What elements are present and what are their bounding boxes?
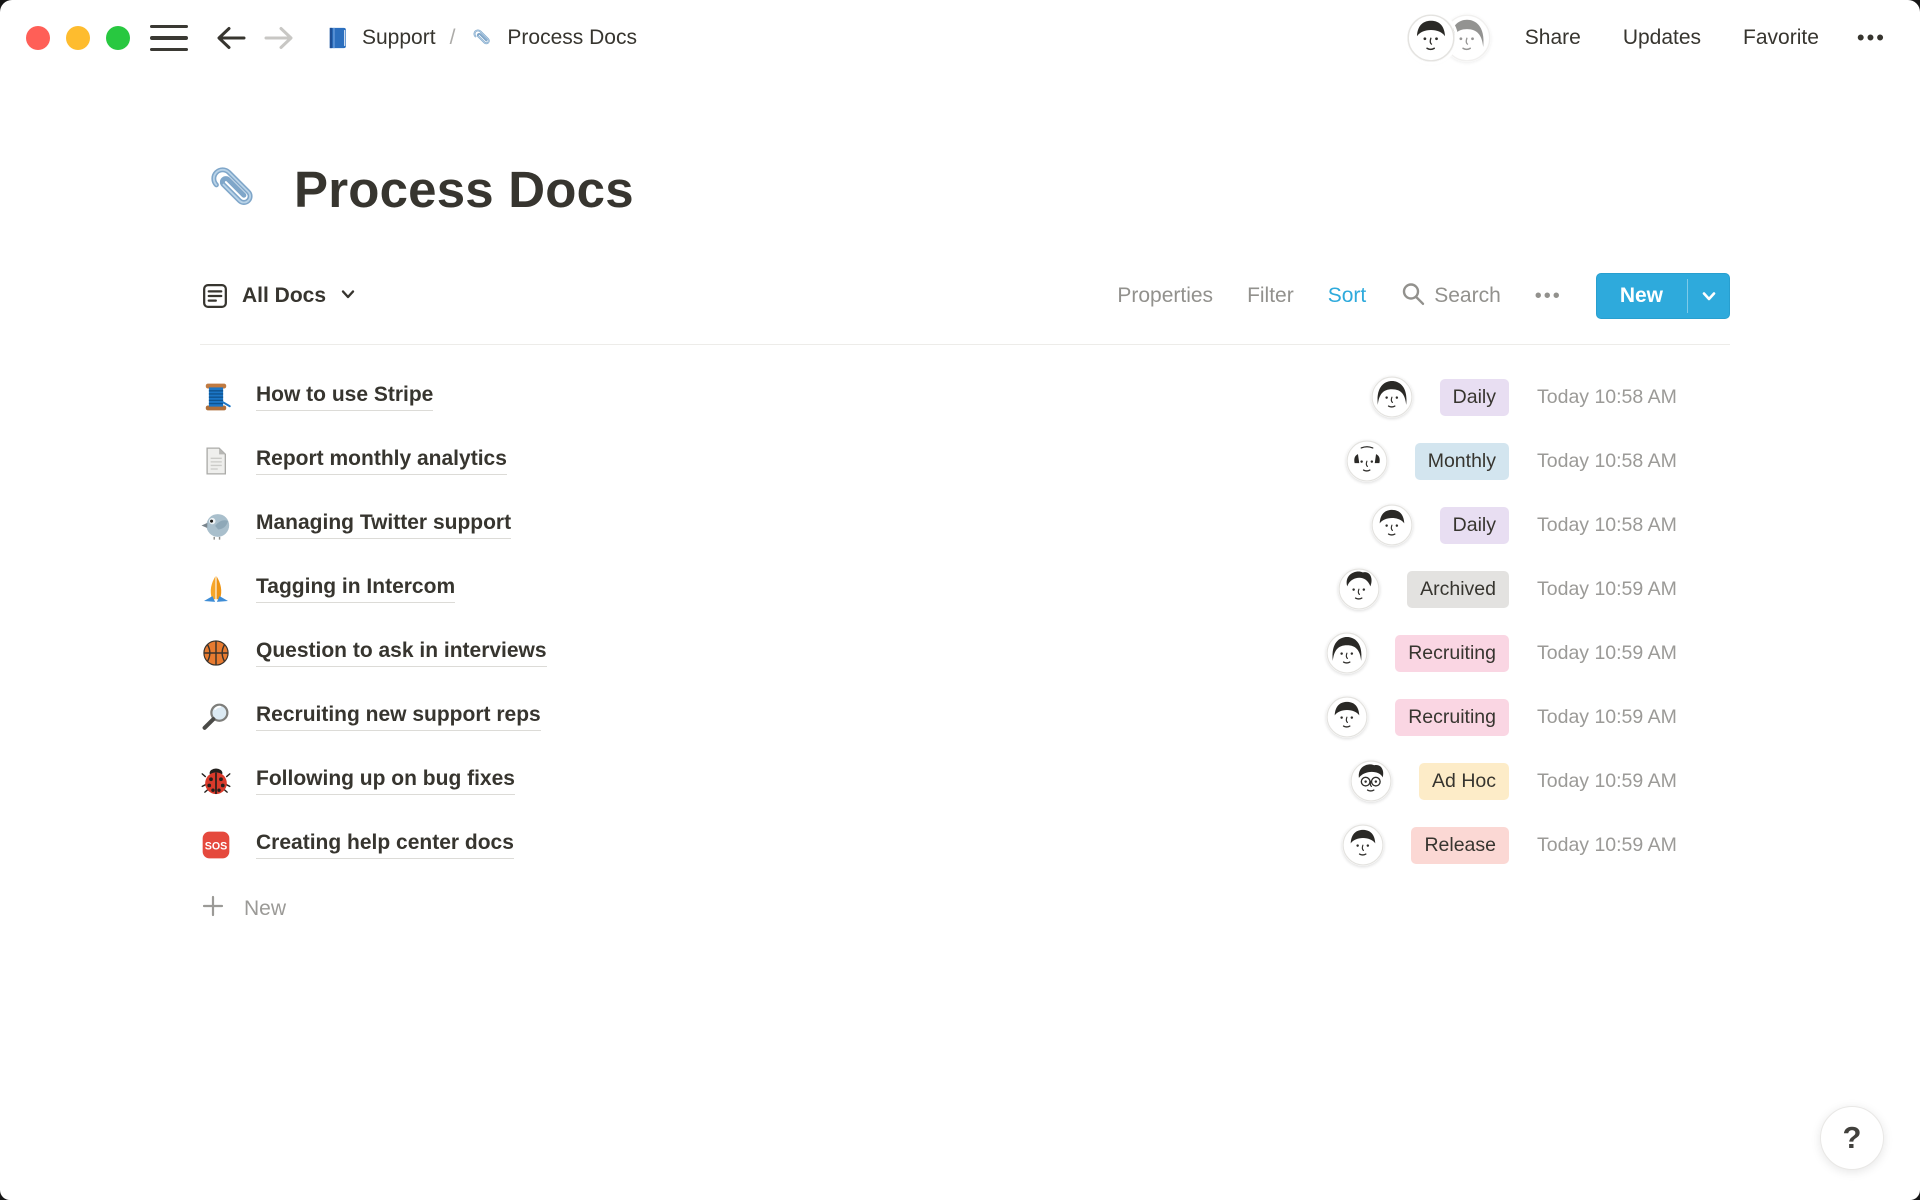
svg-text:SOS: SOS: [205, 840, 228, 852]
praying-hands-icon: [200, 573, 232, 605]
page-title: Process Docs: [294, 160, 634, 219]
new-button-chevron-down-icon[interactable]: [1688, 273, 1730, 319]
last-edited-time: Today 10:58 AM: [1537, 514, 1730, 537]
close-window-button[interactable]: [26, 26, 50, 50]
tag-badge: Release: [1411, 827, 1509, 864]
avatar: [1342, 824, 1384, 866]
paperclip-icon: [469, 25, 495, 51]
view-switcher-all-docs[interactable]: All Docs: [200, 281, 358, 311]
table-row[interactable]: Tagging in Intercom Archived Today 10:59…: [200, 557, 1730, 621]
plus-icon: [200, 893, 226, 925]
avatar: [1326, 696, 1368, 738]
table-row[interactable]: SOS Creating help center docs Release To…: [200, 813, 1730, 877]
database-toolbar: All Docs Properties Filter Sort Search •…: [200, 268, 1730, 345]
avatar: [1371, 504, 1413, 546]
magnifier-icon: [200, 701, 232, 733]
doc-title-link[interactable]: Question to ask in interviews: [256, 639, 547, 667]
search-icon: [1400, 281, 1426, 312]
blue-book-icon: [324, 25, 350, 51]
back-arrow-icon[interactable]: [214, 23, 248, 53]
last-edited-time: Today 10:59 AM: [1537, 770, 1730, 793]
last-edited-time: Today 10:58 AM: [1537, 386, 1730, 409]
thread-spool-icon: [200, 381, 232, 413]
new-button[interactable]: New: [1596, 273, 1730, 319]
tag-badge: Recruiting: [1395, 699, 1509, 736]
doc-title-link[interactable]: Tagging in Intercom: [256, 575, 455, 603]
search-button[interactable]: Search: [1400, 281, 1501, 312]
chevron-down-icon: [338, 284, 358, 309]
filter-button[interactable]: Filter: [1247, 284, 1294, 308]
window-titlebar: Support / Process Docs Share Updates Fav…: [0, 0, 1920, 76]
table-row[interactable]: Recruiting new support reps Recruiting T…: [200, 685, 1730, 749]
tag-badge: Daily: [1440, 379, 1509, 416]
table-row[interactable]: Following up on bug fixes Ad Hoc Today 1…: [200, 749, 1730, 813]
doc-title-link[interactable]: Creating help center docs: [256, 831, 514, 859]
notion-window: Support / Process Docs Share Updates Fav…: [0, 0, 1920, 1200]
properties-button[interactable]: Properties: [1117, 284, 1213, 308]
updates-button[interactable]: Updates: [1623, 26, 1701, 50]
basketball-icon: [200, 637, 232, 669]
sos-icon: SOS: [200, 829, 232, 861]
page-emoji-paperclip-icon[interactable]: [200, 156, 266, 222]
breadcrumb-label: Support: [362, 26, 436, 50]
tag-badge: Daily: [1440, 507, 1509, 544]
traffic-lights: [26, 26, 130, 50]
last-edited-time: Today 10:59 AM: [1537, 834, 1730, 857]
table-row[interactable]: Managing Twitter support Daily Today 10:…: [200, 493, 1730, 557]
add-new-row-label: New: [244, 897, 286, 921]
doc-title-link[interactable]: How to use Stripe: [256, 383, 433, 411]
share-button[interactable]: Share: [1525, 26, 1581, 50]
toolbar-more-icon[interactable]: •••: [1535, 285, 1562, 308]
table-row[interactable]: Question to ask in interviews Recruiting…: [200, 621, 1730, 685]
breadcrumb-item-process-docs[interactable]: Process Docs: [469, 25, 637, 51]
breadcrumb: Support / Process Docs: [324, 25, 637, 51]
docs-list: How to use Stripe Daily Today 10:58 AM R…: [200, 365, 1730, 877]
avatar: [1350, 760, 1392, 802]
bird-icon: [200, 509, 232, 541]
last-edited-time: Today 10:58 AM: [1537, 450, 1730, 473]
search-label: Search: [1434, 284, 1501, 308]
table-row[interactable]: How to use Stripe Daily Today 10:58 AM: [200, 365, 1730, 429]
tag-badge: Recruiting: [1395, 635, 1509, 672]
add-new-row-button[interactable]: New: [200, 877, 1730, 941]
doc-title-link[interactable]: Recruiting new support reps: [256, 703, 541, 731]
view-name: All Docs: [242, 284, 326, 308]
more-options-icon[interactable]: •••: [1857, 25, 1886, 51]
zoom-window-button[interactable]: [106, 26, 130, 50]
doc-title-link[interactable]: Report monthly analytics: [256, 447, 507, 475]
tag-badge: Monthly: [1415, 443, 1509, 480]
table-row[interactable]: Report monthly analytics Monthly Today 1…: [200, 429, 1730, 493]
avatar: [1371, 376, 1413, 418]
ladybug-icon: [200, 765, 232, 797]
last-edited-time: Today 10:59 AM: [1537, 642, 1730, 665]
page-icon: [200, 445, 232, 477]
avatar: [1338, 568, 1380, 610]
avatar: [1346, 440, 1388, 482]
sort-button[interactable]: Sort: [1328, 284, 1367, 308]
list-view-icon: [200, 281, 230, 311]
forward-arrow-icon[interactable]: [262, 23, 296, 53]
breadcrumb-separator: /: [448, 26, 458, 50]
minimize-window-button[interactable]: [66, 26, 90, 50]
tag-badge: Ad Hoc: [1419, 763, 1509, 800]
sidebar-menu-icon[interactable]: [150, 23, 188, 53]
avatar: [1407, 14, 1455, 62]
last-edited-time: Today 10:59 AM: [1537, 706, 1730, 729]
last-edited-time: Today 10:59 AM: [1537, 578, 1730, 601]
collaborator-avatars[interactable]: [1407, 14, 1491, 62]
favorite-button[interactable]: Favorite: [1743, 26, 1819, 50]
tag-badge: Archived: [1407, 571, 1509, 608]
new-button-label[interactable]: New: [1596, 273, 1687, 319]
doc-title-link[interactable]: Following up on bug fixes: [256, 767, 515, 795]
breadcrumb-label: Process Docs: [507, 26, 637, 50]
avatar: [1326, 632, 1368, 674]
doc-title-link[interactable]: Managing Twitter support: [256, 511, 511, 539]
breadcrumb-item-support[interactable]: Support: [324, 25, 436, 51]
help-button[interactable]: ?: [1820, 1106, 1884, 1170]
